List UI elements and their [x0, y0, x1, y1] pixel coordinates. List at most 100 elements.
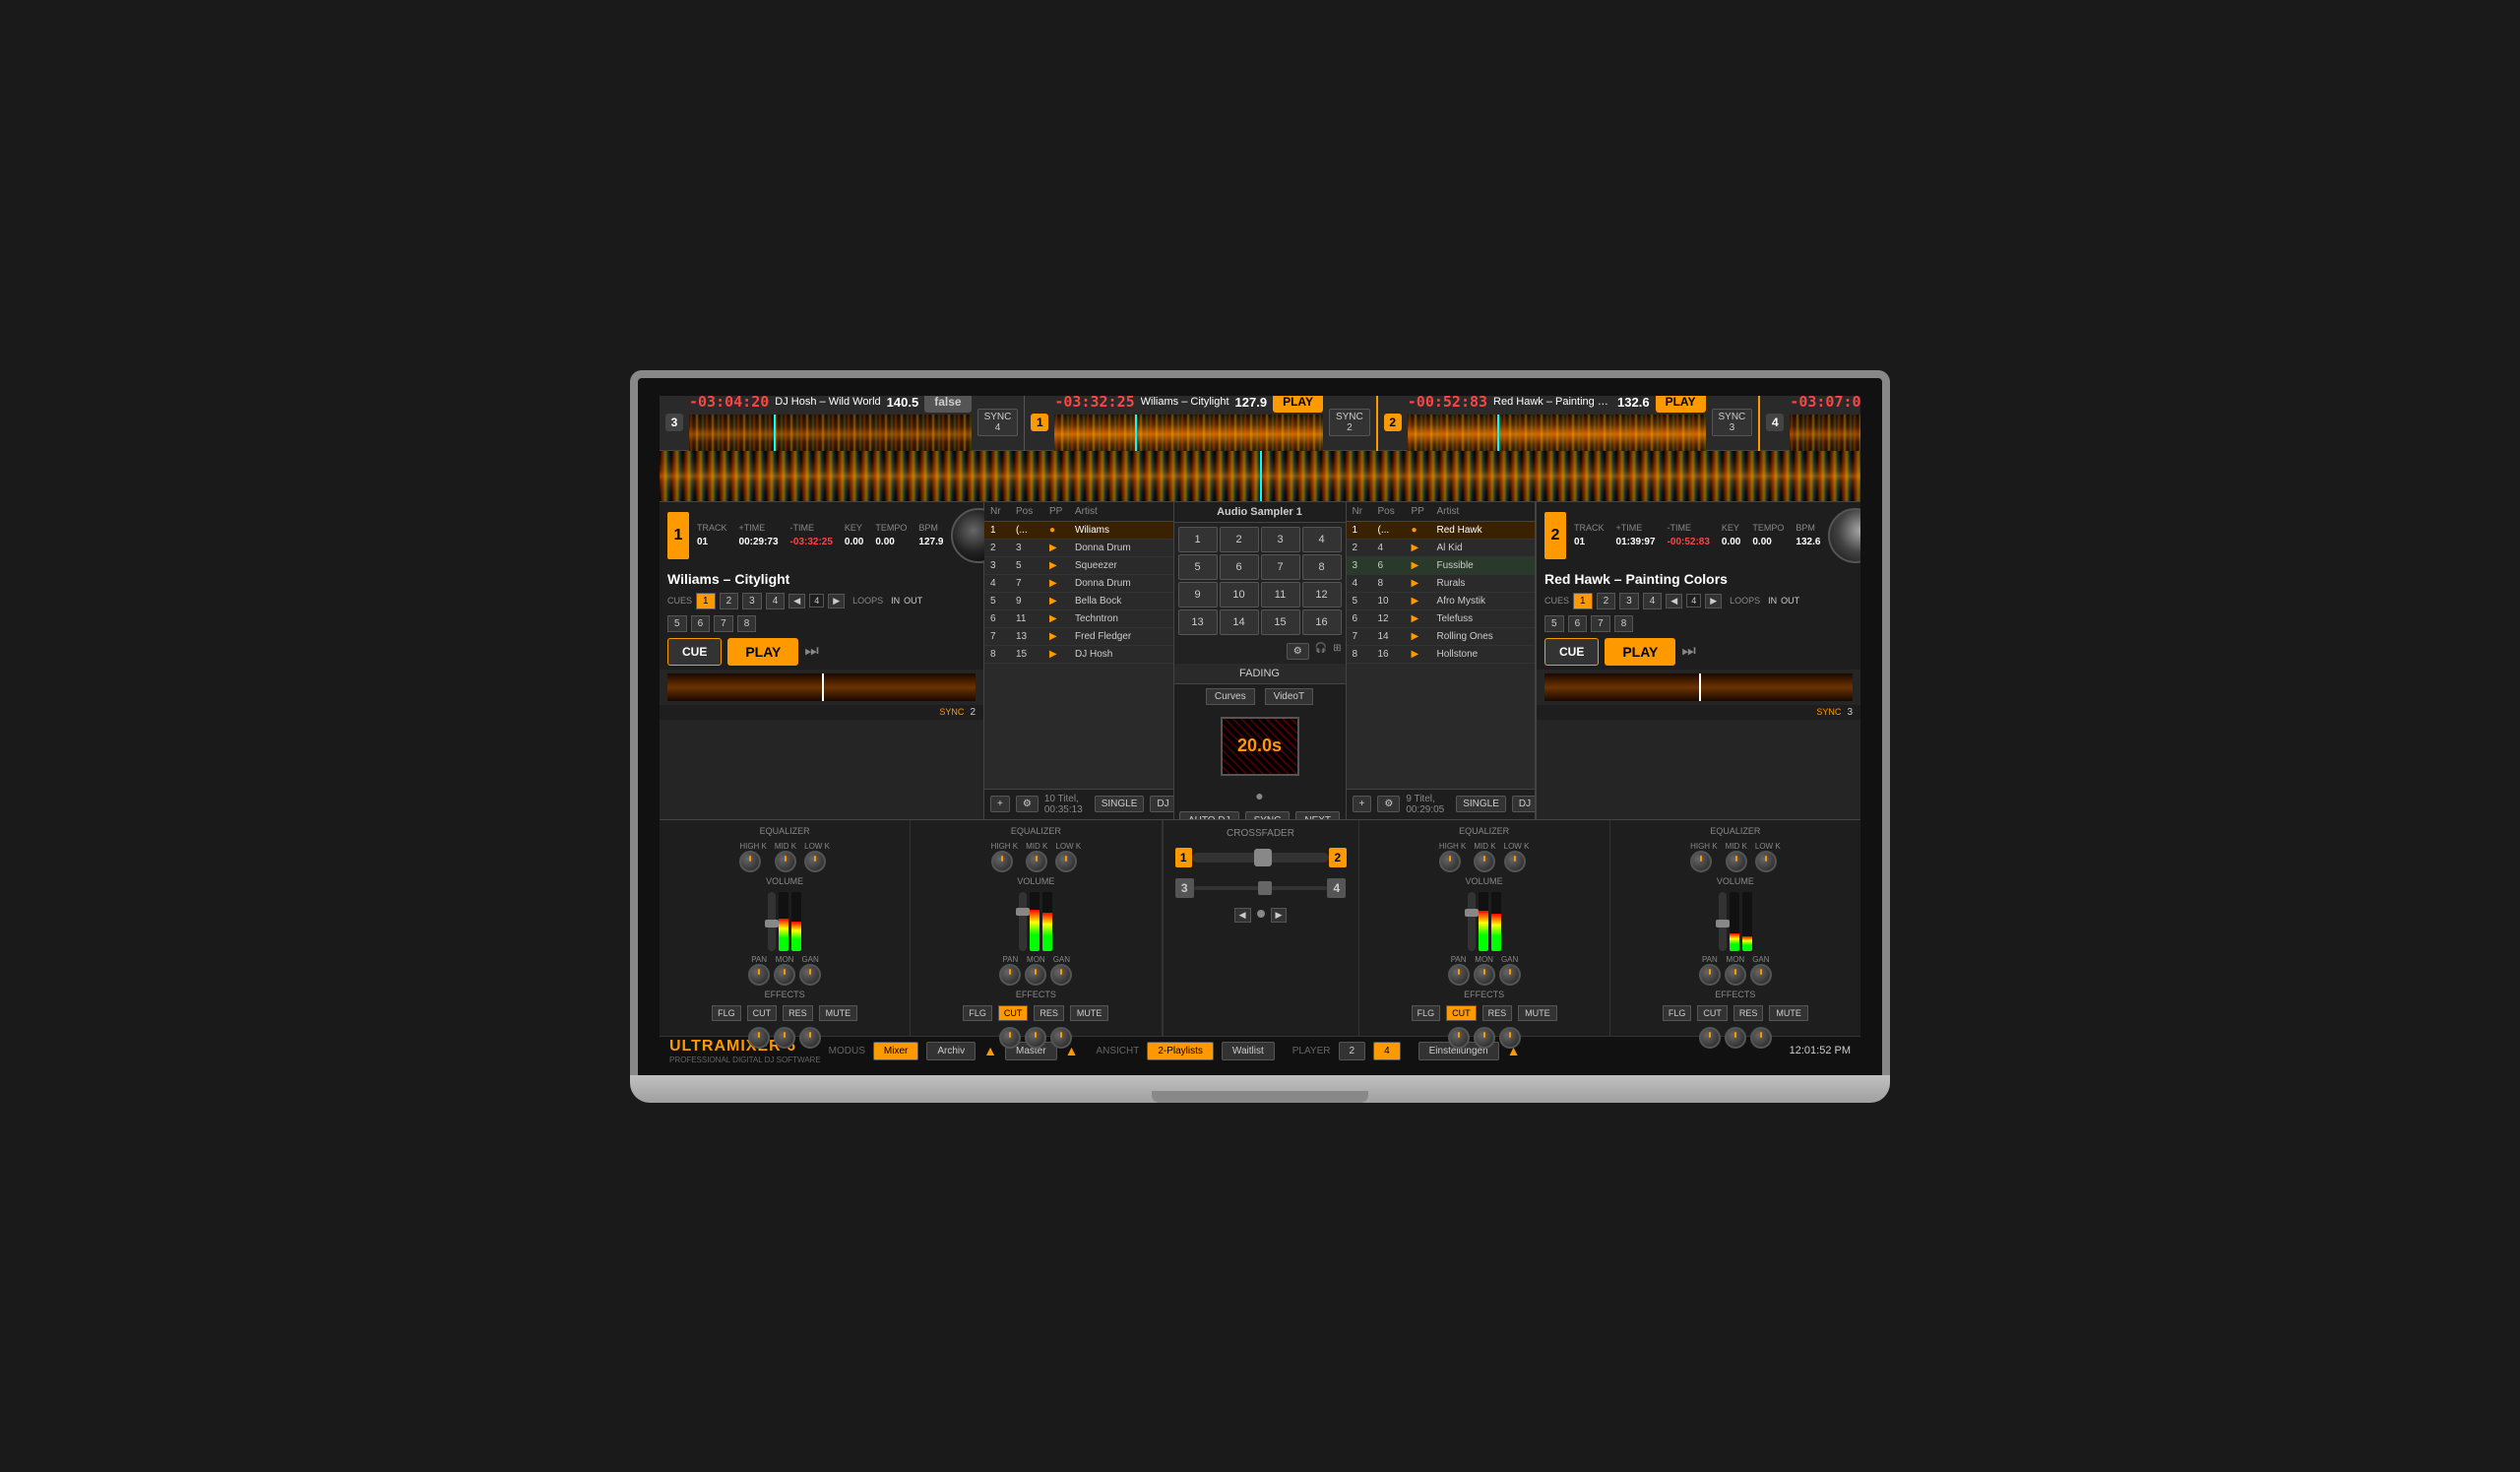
- pl2-single-btn[interactable]: SINGLE: [1456, 796, 1506, 812]
- ch3-fader-track[interactable]: [768, 892, 776, 951]
- ch2-eff-knob1[interactable]: [1448, 1027, 1470, 1049]
- ch4-low-knob[interactable]: [1755, 851, 1777, 872]
- pl2-row-6[interactable]: 6 12 ▶ Telefuss Millionaire 02:39: [1347, 610, 1536, 628]
- sampler1-btn-15[interactable]: 15: [1261, 609, 1300, 635]
- pl1-row-7[interactable]: 7 13 ▶ Fred Fledger One Way Ticket 140.6…: [984, 628, 1173, 646]
- deck2-cue3[interactable]: 3: [1619, 593, 1639, 609]
- sampler1-btn-11[interactable]: 11: [1261, 582, 1300, 608]
- pl2-row-1[interactable]: 1 (... ● Red Hawk Painting Colors 13... …: [1347, 522, 1536, 540]
- ch4-high-knob[interactable]: [1690, 851, 1712, 872]
- deck1-cue-prev[interactable]: ◀: [788, 594, 805, 608]
- ch4-mid-knob[interactable]: [1726, 851, 1747, 872]
- deck1-sync-btn[interactable]: SYNC 2: [1329, 409, 1370, 436]
- deck1-play-btn[interactable]: PLAY: [1273, 396, 1323, 414]
- videot-btn[interactable]: VideoT: [1265, 688, 1314, 705]
- two-playlists-btn[interactable]: 2-Playlists: [1147, 1042, 1214, 1060]
- ch1-fader-handle[interactable]: [1016, 908, 1030, 916]
- deck3-sync-btn[interactable]: SYNC 4: [977, 409, 1019, 436]
- ch1-fader-track[interactable]: [1019, 892, 1027, 951]
- deck2-cue-next[interactable]: ▶: [1705, 594, 1722, 608]
- pl2-add-btn[interactable]: +: [1353, 796, 1372, 812]
- cf-next-btn[interactable]: ▶: [1271, 908, 1288, 923]
- pl1-row-1[interactable]: 1 (... ● Wiliams Citylight 12... 04:...: [984, 522, 1173, 540]
- pl2-row-3[interactable]: 3 6 ▶ Fussible Oddissea 03:09: [1347, 557, 1536, 575]
- ch4-pan-knob[interactable]: [1699, 964, 1721, 986]
- pl1-row-8[interactable]: 8 15 ▶ DJ Hosh Wild World 140.6 03:08: [984, 646, 1173, 664]
- ch4-cut-btn[interactable]: CUT: [1697, 1005, 1728, 1021]
- deck1-cue4[interactable]: 4: [766, 593, 786, 609]
- cf-prev-btn[interactable]: ◀: [1234, 908, 1251, 923]
- deck2-cue4[interactable]: 4: [1643, 593, 1663, 609]
- ch4-mon-knob[interactable]: [1725, 964, 1746, 986]
- deck1-play-big[interactable]: PLAY: [727, 638, 798, 666]
- pl2-row-8[interactable]: 8 16 ▶ Hollstone Click Me Up 04:42: [1347, 646, 1536, 664]
- archiv-mode-btn[interactable]: Archiv: [926, 1042, 976, 1060]
- ch2-mon-knob[interactable]: [1474, 964, 1495, 986]
- ch2-mid-knob[interactable]: [1474, 851, 1495, 872]
- fading-sync-btn[interactable]: SYNC: [1245, 811, 1291, 819]
- deck2-cue1[interactable]: 1: [1573, 593, 1593, 609]
- deck1-loop7[interactable]: 7: [714, 615, 733, 632]
- deck2-cue2[interactable]: 2: [1597, 593, 1616, 609]
- ch1-res-btn[interactable]: RES: [1034, 1005, 1064, 1021]
- next-btn[interactable]: NEXT: [1295, 811, 1340, 819]
- deck1-cue-btn[interactable]: CUE: [667, 638, 722, 666]
- cf-bottom-track[interactable]: [1194, 886, 1327, 890]
- pl1-row-2[interactable]: 2 3 ▶ Donna Drum The Groove In Me 127.9 …: [984, 540, 1173, 557]
- player4-btn[interactable]: 4: [1373, 1042, 1401, 1060]
- ch4-flg-btn[interactable]: FLG: [1663, 1005, 1692, 1021]
- ch1-high-knob[interactable]: [991, 851, 1013, 872]
- ch1-cut-btn[interactable]: CUT: [998, 1005, 1029, 1021]
- ch3-eff-knob2[interactable]: [774, 1027, 795, 1049]
- ch3-high-knob[interactable]: [739, 851, 761, 872]
- ch3-low-knob[interactable]: [804, 851, 826, 872]
- deck2-cue-btn[interactable]: CUE: [1544, 638, 1599, 666]
- pl2-settings-btn[interactable]: ⚙: [1377, 796, 1400, 812]
- deck2-loop6[interactable]: 6: [1568, 615, 1588, 632]
- ch2-fader-handle[interactable]: [1465, 909, 1479, 917]
- pl1-row-5[interactable]: 5 9 ▶ Bella Bock My Heart Pumps 140.9 03…: [984, 593, 1173, 610]
- deck2-play-big[interactable]: PLAY: [1605, 638, 1675, 666]
- sampler1-btn-16[interactable]: 16: [1302, 609, 1342, 635]
- ch2-cut-btn[interactable]: CUT: [1446, 1005, 1477, 1021]
- pl1-settings-btn[interactable]: ⚙: [1016, 796, 1039, 812]
- pl2-row-2[interactable]: 2 4 ▶ Al Kid Shakin 02:39: [1347, 540, 1536, 557]
- cf-bottom-handle[interactable]: [1258, 881, 1272, 895]
- ch3-flg-btn[interactable]: FLG: [712, 1005, 741, 1021]
- sampler1-btn-4[interactable]: 4: [1302, 527, 1342, 552]
- sampler1-btn-2[interactable]: 2: [1220, 527, 1259, 552]
- deck1-loop8[interactable]: 8: [737, 615, 757, 632]
- ch1-flg-btn[interactable]: FLG: [963, 1005, 992, 1021]
- pl1-single-btn[interactable]: SINGLE: [1095, 796, 1145, 812]
- ch4-eff-knob3[interactable]: [1750, 1027, 1772, 1049]
- sampler1-btn-10[interactable]: 10: [1220, 582, 1259, 608]
- waitlist-btn[interactable]: Waitlist: [1222, 1042, 1275, 1060]
- deck1-cue3[interactable]: 3: [742, 593, 762, 609]
- deck1-loop6[interactable]: 6: [691, 615, 711, 632]
- pl2-row-5[interactable]: 5 10 ▶ Afro Mystik Tidepools 03:28: [1347, 593, 1536, 610]
- crossfader-track[interactable]: [1192, 853, 1329, 863]
- ch2-res-btn[interactable]: RES: [1482, 1005, 1513, 1021]
- sampler1-btn-13[interactable]: 13: [1178, 609, 1218, 635]
- ch1-eff-knob2[interactable]: [1025, 1027, 1046, 1049]
- sampler1-btn-3[interactable]: 3: [1261, 527, 1300, 552]
- pl1-row-4[interactable]: 4 7 ▶ Donna Drum The Groove In Me 127.9 …: [984, 575, 1173, 593]
- deck2-loop5[interactable]: 5: [1544, 615, 1564, 632]
- deck2-loop7[interactable]: 7: [1591, 615, 1610, 632]
- ch1-mid-knob[interactable]: [1026, 851, 1047, 872]
- ch1-eff-knob3[interactable]: [1050, 1027, 1072, 1049]
- ch1-eff-knob1[interactable]: [999, 1027, 1021, 1049]
- sampler1-btn-6[interactable]: 6: [1220, 554, 1259, 580]
- crossfader-handle[interactable]: [1254, 849, 1272, 866]
- ch3-mon-knob[interactable]: [774, 964, 795, 986]
- deck2-loop8[interactable]: 8: [1614, 615, 1634, 632]
- pl1-row-6[interactable]: 6 11 ▶ Techntron Bass, Bass, Bass 140.8 …: [984, 610, 1173, 628]
- pl1-row-3[interactable]: 3 5 ▶ Squeezer I Miss You 139.9 03:10: [984, 557, 1173, 575]
- deck2-cue-prev[interactable]: ◀: [1666, 594, 1682, 608]
- pl1-dj-btn[interactable]: DJ: [1150, 796, 1173, 812]
- sampler1-btn-12[interactable]: 12: [1302, 582, 1342, 608]
- deck3-play-btn[interactable]: false: [924, 396, 971, 414]
- pl2-dj-btn[interactable]: DJ: [1512, 796, 1536, 812]
- ch3-eff-knob1[interactable]: [748, 1027, 770, 1049]
- sampler1-btn-1[interactable]: 1: [1178, 527, 1218, 552]
